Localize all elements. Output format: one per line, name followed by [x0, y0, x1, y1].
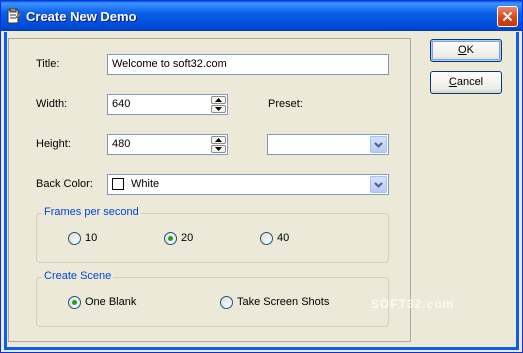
scene-group-label: Create Scene: [42, 270, 114, 282]
chevron-down-icon: [374, 182, 383, 188]
fps-option-label: 40: [277, 232, 290, 244]
width-label: Width:: [36, 98, 68, 110]
height-spin-down[interactable]: [211, 145, 226, 153]
arrow-up-icon: [215, 98, 222, 102]
preset-label: Preset:: [268, 98, 303, 110]
title-input[interactable]: Welcome to soft32.com: [107, 54, 389, 75]
backcolor-dropdown-button[interactable]: [370, 176, 387, 193]
radio-circle: [68, 232, 81, 245]
title-input-value: Welcome to soft32.com: [112, 58, 227, 70]
radio-selected-dot: [168, 236, 173, 241]
watermark: SOFT32.com: [371, 297, 455, 311]
width-spin-down[interactable]: [211, 105, 226, 113]
width-spinner[interactable]: [211, 96, 226, 113]
fps-option-label: 10: [85, 232, 98, 244]
title-bar[interactable]: Create New Demo: [1, 1, 522, 31]
app-icon: [7, 7, 22, 24]
radio-circle: [220, 296, 233, 309]
backcolor-value: White: [131, 178, 160, 190]
color-swatch: [112, 178, 124, 190]
height-spin-up[interactable]: [211, 136, 226, 144]
close-button[interactable]: [497, 6, 518, 27]
preset-dropdown[interactable]: [267, 134, 389, 155]
dialog-window: Create New Demo Title: Welcome to soft32…: [0, 0, 523, 353]
backcolor-dropdown[interactable]: White: [107, 174, 389, 195]
width-spin-up[interactable]: [211, 96, 226, 104]
cancel-accel: C: [448, 76, 457, 88]
window-title: Create New Demo: [26, 9, 137, 24]
arrow-down-icon: [215, 107, 222, 111]
cancel-button[interactable]: Cancel: [430, 71, 502, 94]
ok-accel: O: [458, 44, 467, 56]
scene-option-label: Take Screen Shots: [237, 296, 330, 308]
radio-circle: [260, 232, 273, 245]
cancel-label-rest: ancel: [456, 76, 484, 88]
arrow-down-icon: [215, 147, 222, 151]
radio-selected-dot: [72, 300, 77, 305]
fps-group-label: Frames per second: [42, 206, 141, 218]
height-label: Height:: [36, 138, 71, 150]
backcolor-label: Back Color:: [36, 178, 93, 190]
title-label: Title:: [36, 58, 60, 70]
width-input[interactable]: 640: [107, 94, 228, 115]
arrow-up-icon: [215, 138, 222, 142]
height-input[interactable]: 480: [107, 134, 228, 155]
ok-button[interactable]: OK: [430, 39, 502, 62]
preset-dropdown-button[interactable]: [370, 136, 387, 153]
scene-option-label: One Blank: [85, 296, 137, 308]
fps-option-label: 20: [181, 232, 194, 244]
radio-circle: [164, 232, 177, 245]
ok-label-rest: K: [466, 44, 474, 56]
height-spinner[interactable]: [211, 136, 226, 153]
chevron-down-icon: [374, 142, 383, 148]
width-input-value: 640: [112, 98, 131, 110]
height-input-value: 480: [112, 138, 131, 150]
close-icon: [502, 11, 513, 22]
radio-circle: [68, 296, 81, 309]
